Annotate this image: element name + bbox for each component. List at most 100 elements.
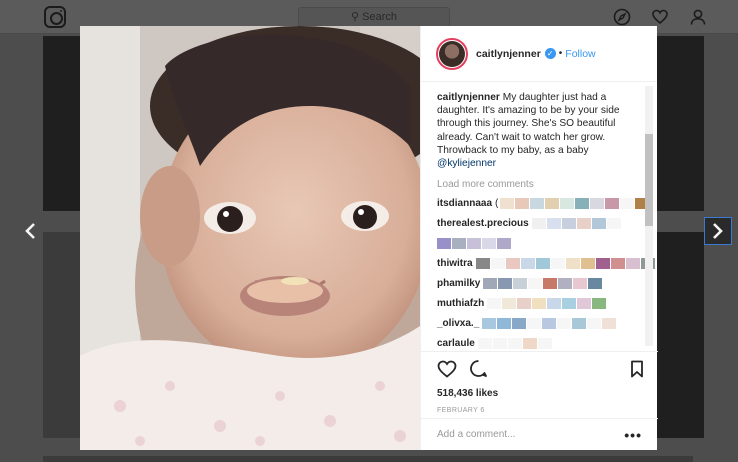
search-input[interactable]: ⚲ Search: [298, 7, 450, 27]
comment-username[interactable]: carlaule: [437, 338, 475, 349]
blurred-emoji: [477, 337, 492, 349]
blurred-emoji: [572, 317, 587, 329]
blurred-emoji: [515, 197, 530, 209]
blurred-emoji: [545, 197, 560, 209]
blurred-emoji: [497, 237, 511, 249]
comment-username[interactable]: phamilky: [437, 278, 480, 289]
comments-list: caitlynjenner My daughter just had a dau…: [421, 83, 658, 349]
blurred-emoji: [580, 257, 595, 269]
add-comment-input[interactable]: [437, 429, 625, 440]
heart-icon[interactable]: [650, 7, 670, 27]
comment-username[interactable]: therealest.precious: [437, 218, 529, 229]
more-options-icon[interactable]: •••: [624, 427, 642, 443]
blurred-emoji: [482, 237, 496, 249]
blurred-emoji: [546, 217, 561, 229]
separator-dot: •: [558, 48, 563, 59]
blurred-emoji: [497, 317, 512, 329]
next-post-button[interactable]: [704, 217, 732, 245]
feed-tile: [43, 232, 80, 438]
blurred-emoji: [513, 277, 528, 289]
blurred-emoji: [605, 197, 620, 209]
post-photo: [80, 26, 420, 450]
blurred-emoji: [437, 237, 451, 249]
profile-icon[interactable]: [688, 7, 708, 27]
avatar[interactable]: [436, 37, 468, 70]
bookmark-icon[interactable]: [630, 360, 644, 383]
blurred-emoji: [590, 197, 605, 209]
blurred-emoji: [610, 257, 625, 269]
top-icons: [612, 7, 708, 27]
blurred-emoji: [530, 197, 545, 209]
blurred-emoji: [557, 317, 572, 329]
blurred-emoji: [542, 317, 557, 329]
blurred-emoji: [531, 217, 546, 229]
blurred-emoji: [507, 337, 522, 349]
blurred-emoji: [467, 237, 481, 249]
baby-photo: [80, 26, 420, 450]
blurred-emoji: [547, 297, 562, 309]
blurred-emoji: [625, 257, 640, 269]
blurred-emoji: [505, 257, 520, 269]
caption-mention-link[interactable]: @kyliejenner: [437, 158, 496, 169]
comment-username[interactable]: _olivxa._: [437, 318, 479, 329]
comment-username[interactable]: muthiafzh: [437, 298, 484, 309]
previous-post-button[interactable]: [16, 217, 44, 245]
blurred-emoji: [502, 297, 517, 309]
blurred-emoji: [577, 297, 592, 309]
blurred-emoji: [520, 257, 535, 269]
blurred-emoji: [543, 277, 558, 289]
blurred-emoji: [606, 217, 621, 229]
chevron-left-icon: [25, 223, 35, 239]
comment-row: therealest.precious: [437, 213, 658, 233]
blurred-emoji: [561, 217, 576, 229]
post-side-panel: caitlynjenner ✓ • Follow caitlynjenner M…: [420, 26, 658, 450]
blurred-emoji: [522, 337, 537, 349]
feed-tile: [657, 36, 704, 211]
search-icon: ⚲: [351, 11, 363, 23]
likes-count[interactable]: 518,436 likes: [437, 388, 644, 399]
blurred-emoji: [517, 297, 532, 309]
post-modal: caitlynjenner ✓ • Follow caitlynjenner M…: [80, 26, 658, 450]
comment-row: phamilky: [437, 273, 658, 293]
blurred-emoji: [452, 237, 466, 249]
blurred-emoji: [550, 257, 565, 269]
blurred-emoji: [558, 277, 573, 289]
feed-tile: [43, 456, 693, 462]
like-heart-icon[interactable]: [437, 360, 457, 383]
blurred-emoji: [562, 297, 577, 309]
blurred-emoji: [490, 257, 505, 269]
chevron-right-icon: [713, 223, 723, 239]
blurred-emoji: [537, 337, 552, 349]
verified-badge-icon: ✓: [544, 48, 556, 59]
compass-icon[interactable]: [612, 7, 632, 27]
post-date: FEBRUARY 6: [437, 407, 485, 414]
blurred-emoji: [592, 297, 607, 309]
blurred-emoji: [595, 257, 610, 269]
blurred-emoji: [527, 317, 542, 329]
comment-row: carlaule: [437, 333, 658, 349]
blurred-emoji: [483, 277, 498, 289]
instagram-logo-icon[interactable]: [44, 6, 66, 28]
post-caption: caitlynjenner My daughter just had a dau…: [437, 91, 637, 170]
comment-row: thiwitra: [437, 253, 658, 273]
feed-tile: [657, 232, 704, 438]
comment-text: (: [495, 197, 499, 209]
comment-username[interactable]: itsdiannaaa: [437, 198, 492, 209]
comment-bubble-icon[interactable]: [469, 359, 488, 383]
follow-button[interactable]: Follow: [565, 48, 595, 60]
comments-scroll-thumb[interactable]: [645, 134, 653, 226]
blurred-emoji: [475, 257, 490, 269]
caption-username[interactable]: caitlynjenner: [437, 92, 500, 103]
blurred-emoji: [565, 257, 580, 269]
add-comment-bar: •••: [421, 418, 658, 450]
blurred-emoji: [535, 257, 550, 269]
post-header: caitlynjenner ✓ • Follow: [421, 26, 657, 82]
blurred-emoji: [575, 197, 590, 209]
blurred-emoji: [498, 277, 513, 289]
comment-row: muthiafzh: [437, 293, 658, 313]
comment-username[interactable]: thiwitra: [437, 258, 473, 269]
blurred-emoji: [532, 297, 547, 309]
load-more-comments-button[interactable]: Load more comments: [437, 179, 658, 190]
post-username[interactable]: caitlynjenner: [476, 48, 541, 60]
blurred-emoji: [602, 317, 617, 329]
